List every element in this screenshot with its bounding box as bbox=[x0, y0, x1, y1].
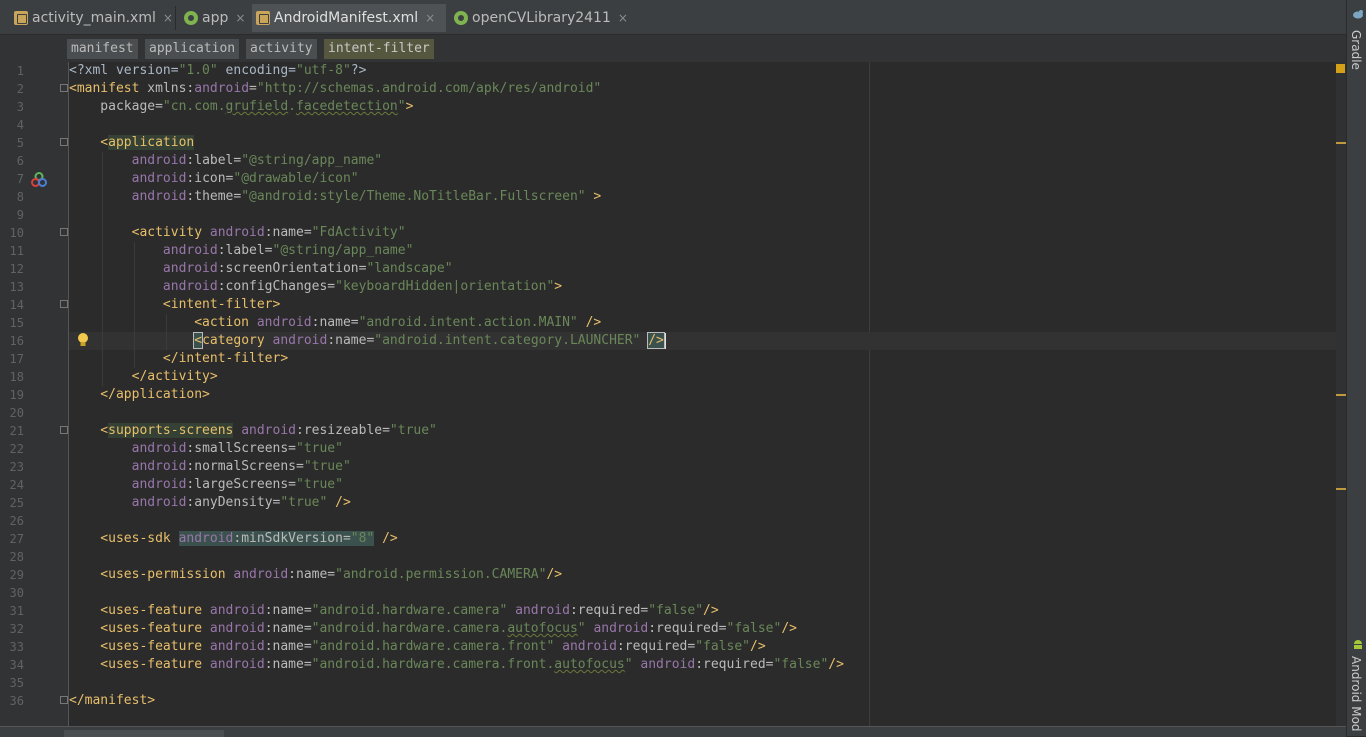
tab-label: activity_main.xml bbox=[32, 10, 156, 26]
close-icon[interactable]: × bbox=[425, 11, 435, 25]
gradle-tool-button[interactable]: Gradle bbox=[1349, 30, 1363, 70]
breadcrumb-manifest[interactable]: manifest bbox=[67, 39, 138, 59]
xml-file-icon bbox=[14, 11, 28, 25]
close-icon[interactable]: × bbox=[163, 11, 173, 25]
error-stripe-mark[interactable] bbox=[1336, 142, 1346, 144]
tab-label: app bbox=[202, 10, 229, 26]
color-resource-icon[interactable] bbox=[31, 172, 47, 188]
xml-file-icon bbox=[256, 11, 270, 25]
breadcrumb-activity[interactable]: activity bbox=[246, 39, 317, 59]
right-margin-guide bbox=[869, 62, 870, 726]
right-tool-stripe bbox=[1346, 0, 1366, 736]
fold-icon[interactable] bbox=[60, 426, 68, 434]
gradle-icon bbox=[1352, 8, 1364, 20]
android-module-icon bbox=[184, 11, 198, 25]
android-monitor-tool-button[interactable]: Android Mod bbox=[1349, 656, 1363, 732]
error-stripe-mark[interactable] bbox=[1336, 394, 1346, 396]
editor-tab-bar: activity_main.xml × app × AndroidManifes… bbox=[0, 0, 1346, 35]
breadcrumb-application[interactable]: application bbox=[145, 39, 240, 59]
fold-icon[interactable] bbox=[60, 228, 68, 236]
fold-icon[interactable] bbox=[60, 84, 68, 92]
tab-label: AndroidManifest.xml bbox=[274, 10, 419, 26]
tab-label: openCVLibrary2411 bbox=[472, 10, 611, 26]
bottom-tool-bar bbox=[0, 726, 1346, 737]
text-caret bbox=[663, 332, 666, 349]
breadcrumb-intent-filter[interactable]: intent-filter bbox=[324, 39, 434, 59]
breadcrumb: manifest application activity intent-fil… bbox=[0, 35, 1346, 62]
tab-app[interactable]: app × bbox=[180, 4, 250, 32]
tab-androidmanifest-xml[interactable]: AndroidManifest.xml × bbox=[252, 4, 446, 32]
android-icon bbox=[1352, 638, 1364, 650]
fold-icon[interactable] bbox=[60, 696, 68, 704]
tab-activity-main-xml[interactable]: activity_main.xml × bbox=[10, 4, 178, 32]
fold-icon[interactable] bbox=[60, 300, 68, 308]
error-stripe-mark[interactable] bbox=[1336, 488, 1346, 490]
warning-status-icon[interactable] bbox=[1336, 64, 1345, 73]
android-module-icon bbox=[454, 11, 468, 25]
tab-opencvlibrary2411[interactable]: openCVLibrary2411 × bbox=[450, 4, 632, 32]
close-icon[interactable]: × bbox=[235, 11, 245, 25]
fold-icon[interactable] bbox=[60, 138, 68, 146]
close-icon[interactable]: × bbox=[618, 11, 628, 25]
